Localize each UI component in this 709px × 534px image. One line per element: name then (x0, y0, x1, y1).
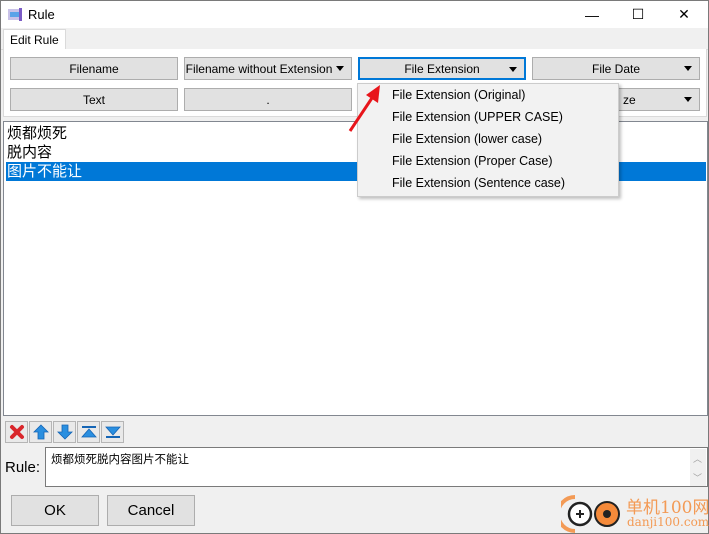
file-size-label: ze (623, 92, 636, 107)
scroll-down-icon[interactable]: ﹀ (693, 471, 702, 484)
delete-icon (9, 425, 24, 439)
filename-button-label: Filename (69, 61, 119, 76)
menu-item-sentence-case[interactable]: File Extension (Sentence case) (358, 172, 618, 194)
rule-text-field[interactable]: 烦都烦死脱内容图片不能让 ︿ ﹀ (45, 447, 708, 487)
file-extension-button[interactable]: File Extension (358, 57, 526, 80)
dot-button-label: . (266, 92, 270, 107)
rule-dialog: Rule — ☐ ✕ Edit Rule Filename Filename w… (0, 0, 709, 534)
minimize-icon: — (585, 6, 599, 23)
list-toolbar (5, 421, 124, 443)
chevron-down-icon (684, 66, 692, 71)
scroll-up-icon[interactable]: ︿ (693, 452, 702, 465)
file-extension-dropdown-menu: File Extension (Original) File Extension… (357, 83, 619, 197)
delete-button[interactable] (5, 421, 28, 443)
app-icon (8, 8, 22, 21)
menu-item-upper-case[interactable]: File Extension (UPPER CASE) (358, 106, 618, 128)
dot-button[interactable]: . (184, 88, 352, 111)
ok-button-label: OK (44, 502, 66, 519)
move-top-icon (80, 426, 97, 438)
menu-item-original[interactable]: File Extension (Original) (358, 84, 618, 106)
watermark: 单机100网 danji100.com (556, 491, 709, 534)
cancel-button[interactable]: Cancel (107, 495, 195, 526)
chevron-down-icon (336, 66, 344, 71)
cancel-button-label: Cancel (127, 502, 175, 519)
text-button[interactable]: Text (10, 88, 178, 111)
filename-button[interactable]: Filename (10, 57, 178, 80)
maximize-button[interactable]: ☐ (615, 1, 661, 28)
menu-item-proper-case[interactable]: File Extension (Proper Case) (358, 150, 618, 172)
close-button[interactable]: ✕ (661, 1, 707, 28)
tab-strip: Edit Rule (1, 28, 708, 51)
move-up-icon (32, 424, 49, 440)
filename-without-extension-label: Filename without Extension (185, 61, 333, 76)
move-bottom-button[interactable] (101, 421, 124, 443)
text-button-label: Text (82, 92, 105, 107)
file-date-label: File Date (591, 61, 641, 76)
watermark-url: danji100.com (627, 515, 709, 529)
file-date-button[interactable]: File Date (532, 57, 700, 80)
tab-edit-rule[interactable]: Edit Rule (3, 29, 66, 51)
file-extension-label: File Extension (404, 61, 480, 76)
rule-text-value: 烦都烦死脱内容图片不能让 (51, 452, 189, 466)
move-up-button[interactable] (29, 421, 52, 443)
ok-button[interactable]: OK (11, 495, 99, 526)
move-down-button[interactable] (53, 421, 76, 443)
chevron-down-icon (509, 67, 517, 72)
window-title: Rule (28, 7, 55, 22)
rule-label: Rule: (5, 459, 41, 476)
move-bottom-icon (104, 426, 121, 438)
annotation-arrow-icon (348, 85, 380, 132)
move-down-icon (56, 424, 73, 440)
title-bar: Rule — ☐ ✕ (1, 1, 708, 28)
close-icon: ✕ (678, 6, 690, 22)
maximize-icon: ☐ (631, 6, 645, 22)
menu-item-lower-case[interactable]: File Extension (lower case) (358, 128, 618, 150)
rule-field-scrollbar[interactable]: ︿ ﹀ (690, 449, 706, 486)
watermark-logo-icon (556, 495, 620, 533)
chevron-down-icon (684, 97, 692, 102)
filename-without-extension-button[interactable]: Filename without Extension (184, 57, 352, 80)
move-top-button[interactable] (77, 421, 100, 443)
minimize-button[interactable]: — (569, 1, 615, 28)
